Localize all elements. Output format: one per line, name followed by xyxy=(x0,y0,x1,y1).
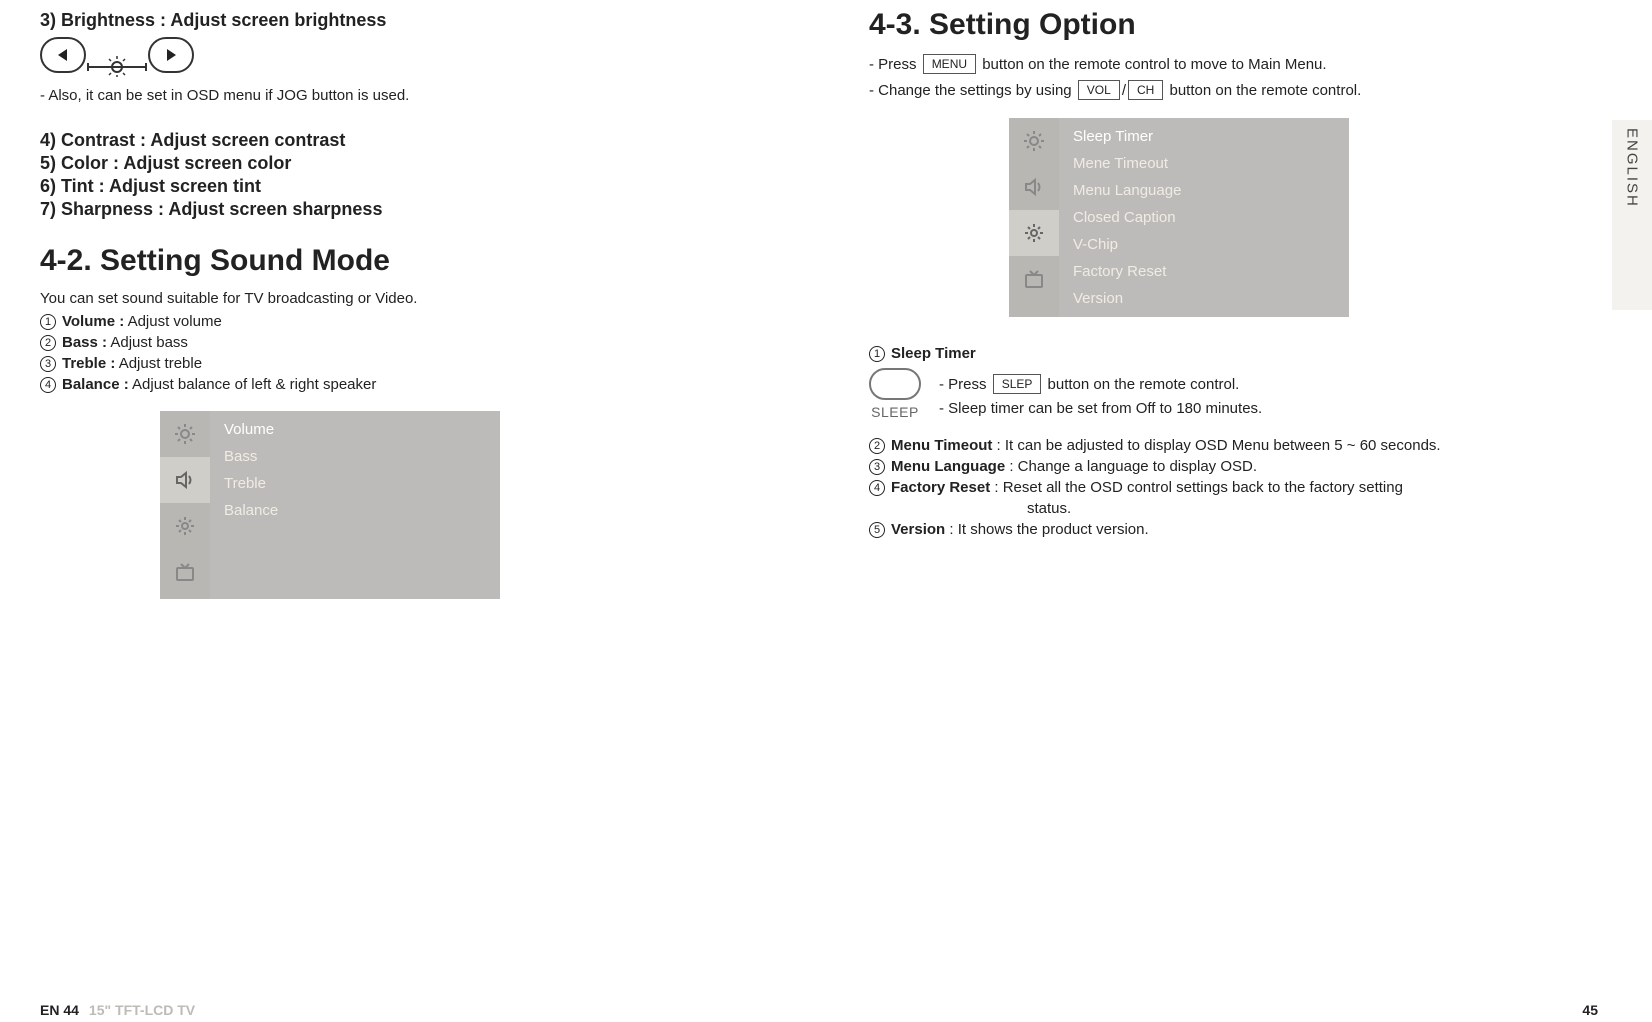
tv-icon xyxy=(173,560,197,584)
circle-number: 4 xyxy=(40,377,56,393)
circle-number: 1 xyxy=(40,314,56,330)
sleep-line-2: - Sleep timer can be set from Off to 180… xyxy=(939,400,1262,417)
section-4-2-intro: You can set sound suitable for TV broadc… xyxy=(40,290,769,307)
circle-number: 5 xyxy=(869,522,885,538)
sleep-button-block: SLEEP - Press SLEP button on the remote … xyxy=(869,368,1598,423)
item-contrast: 4) Contrast : Adjust screen contrast xyxy=(40,130,769,151)
osd-tab-tv[interactable] xyxy=(1009,256,1059,302)
sleep-remote-button: SLEEP xyxy=(869,368,921,420)
slep-key: SLEP xyxy=(993,374,1042,394)
brightness-dial-graphic xyxy=(40,37,769,73)
sun-icon xyxy=(1022,129,1046,153)
osd-tab-picture[interactable] xyxy=(160,411,210,457)
osd-item-language[interactable]: Menu Language xyxy=(1073,182,1335,199)
osd-label-column: Sleep Timer Mene Timeout Menu Language C… xyxy=(1059,118,1349,317)
option-item-sleep: 1Sleep Timer xyxy=(869,345,1598,362)
osd-item-caption[interactable]: Closed Caption xyxy=(1073,209,1335,226)
left-arrow-button[interactable] xyxy=(40,37,86,73)
sound-item-volume: 1Volume : Adjust volume xyxy=(40,313,769,330)
ch-key: CH xyxy=(1128,80,1163,100)
sound-osd-menu: Volume Bass Treble Balance xyxy=(160,411,500,599)
page-number-right: 45 xyxy=(1582,1002,1598,1018)
item-color: 5) Color : Adjust screen color xyxy=(40,153,769,174)
item-sharpness: 7) Sharpness : Adjust screen sharpness xyxy=(40,199,769,220)
menu-key: MENU xyxy=(923,54,976,74)
osd-item-factory[interactable]: Factory Reset xyxy=(1073,263,1335,280)
triangle-right-icon xyxy=(163,47,179,63)
osd-item-vchip[interactable]: V-Chip xyxy=(1073,236,1335,253)
osd-item-balance[interactable]: Balance xyxy=(224,502,486,519)
pill-icon xyxy=(869,368,921,400)
vol-key: VOL xyxy=(1078,80,1120,100)
circle-number: 2 xyxy=(869,438,885,454)
right-column: 4-3. Setting Option - Press MENU button … xyxy=(869,8,1598,599)
circle-number: 4 xyxy=(869,480,885,496)
circle-number: 1 xyxy=(869,346,885,362)
osd-item-timeout[interactable]: Mene Timeout xyxy=(1073,155,1335,172)
osd-tab-tv[interactable] xyxy=(160,549,210,595)
option-osd-menu: Sleep Timer Mene Timeout Menu Language C… xyxy=(1009,118,1349,317)
sound-item-bass: 2Bass : Adjust bass xyxy=(40,334,769,351)
option-item-factory-cont: status. xyxy=(1027,500,1598,517)
right-arrow-button[interactable] xyxy=(148,37,194,73)
page-footer: EN 44 15" TFT-LCD TV 45 xyxy=(0,1002,1652,1022)
circle-number: 3 xyxy=(869,459,885,475)
option-item-timeout: 2Menu Timeout : It can be adjusted to di… xyxy=(869,437,1598,454)
speaker-icon xyxy=(1022,175,1046,199)
osd-item-treble[interactable]: Treble xyxy=(224,475,486,492)
section-4-2-title: 4-2. Setting Sound Mode xyxy=(40,244,769,278)
brightness-note: - Also, it can be set in OSD menu if JOG… xyxy=(40,87,769,104)
sound-item-treble: 3Treble : Adjust treble xyxy=(40,355,769,372)
circle-number: 2 xyxy=(40,335,56,351)
osd-tab-options[interactable] xyxy=(1009,210,1059,256)
osd-item-volume[interactable]: Volume xyxy=(224,421,486,438)
option-item-factory: 4Factory Reset : Reset all the OSD contr… xyxy=(869,479,1598,496)
osd-item-sleep[interactable]: Sleep Timer xyxy=(1073,128,1335,145)
page-number-left: EN 44 xyxy=(40,1002,79,1018)
triangle-left-icon xyxy=(55,47,71,63)
osd-item-bass[interactable]: Bass xyxy=(224,448,486,465)
speaker-icon xyxy=(173,468,197,492)
gear-icon xyxy=(173,514,197,538)
item-tint: 6) Tint : Adjust screen tint xyxy=(40,176,769,197)
osd-icon-column xyxy=(1009,118,1059,317)
osd-item-version[interactable]: Version xyxy=(1073,290,1335,307)
sleep-caption: SLEEP xyxy=(871,404,919,420)
left-column: 3) Brightness : Adjust screen brightness xyxy=(40,8,769,599)
language-tab: ENGLISH xyxy=(1612,120,1652,310)
intro-line-2: - Change the settings by using VOL/CH bu… xyxy=(869,80,1598,100)
language-tab-label: ENGLISH xyxy=(1624,128,1641,208)
option-item-language: 3Menu Language : Change a language to di… xyxy=(869,458,1598,475)
tv-icon xyxy=(1022,267,1046,291)
gear-icon xyxy=(1022,221,1046,245)
osd-label-column: Volume Bass Treble Balance xyxy=(210,411,500,599)
item-brightness: 3) Brightness : Adjust screen brightness xyxy=(40,10,769,31)
osd-tab-picture[interactable] xyxy=(1009,118,1059,164)
circle-number: 3 xyxy=(40,356,56,372)
sleep-line-1: - Press SLEP button on the remote contro… xyxy=(939,374,1262,394)
osd-tab-sound[interactable] xyxy=(1009,164,1059,210)
intro-line-1: - Press MENU button on the remote contro… xyxy=(869,54,1598,74)
section-4-3-title: 4-3. Setting Option xyxy=(869,8,1598,42)
product-name: 15" TFT-LCD TV xyxy=(89,1002,195,1018)
osd-tab-options[interactable] xyxy=(160,503,210,549)
sun-icon xyxy=(173,422,197,446)
sound-item-balance: 4Balance : Adjust balance of left & righ… xyxy=(40,376,769,393)
option-item-version: 5Version : It shows the product version. xyxy=(869,521,1598,538)
brightness-dial-icon xyxy=(86,47,148,77)
osd-icon-column xyxy=(160,411,210,599)
osd-tab-sound[interactable] xyxy=(160,457,210,503)
